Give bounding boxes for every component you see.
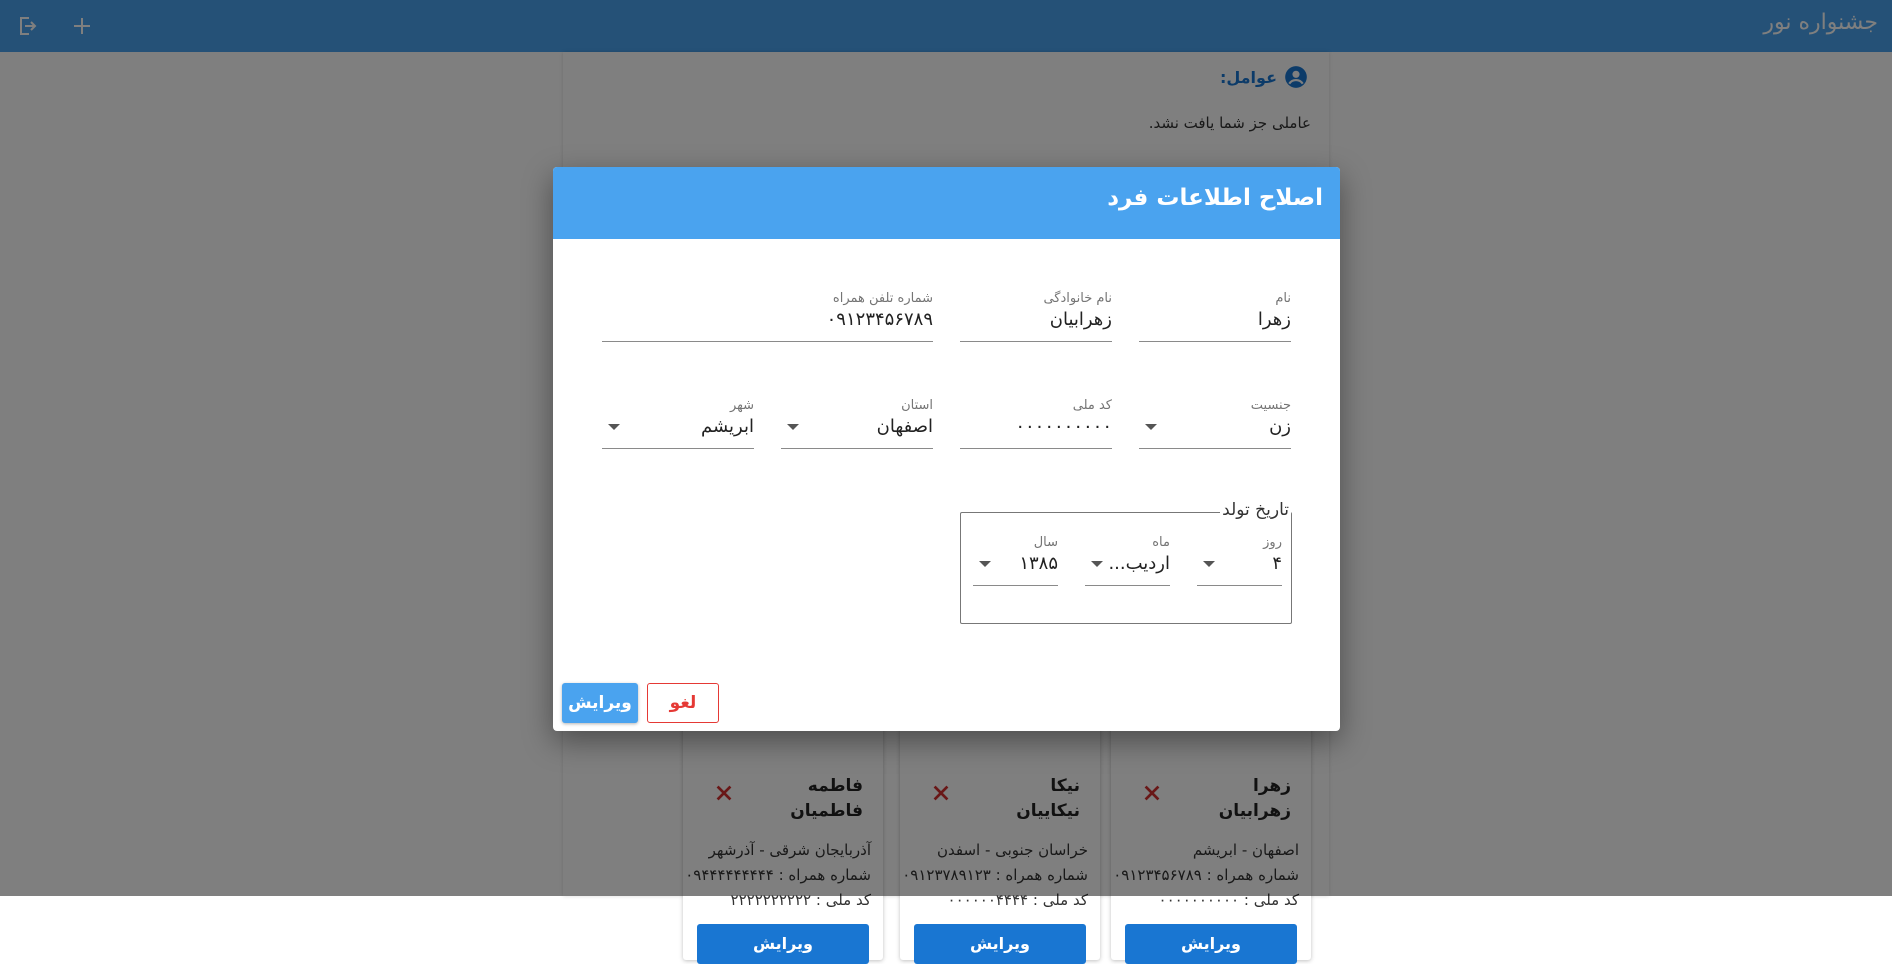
- day-label: روز: [1263, 535, 1282, 550]
- birth-day-select[interactable]: روز ۴: [1197, 535, 1282, 587]
- gender-label: جنسیت: [1250, 398, 1291, 413]
- mobile-value: ۰۹۱۲۳۴۵۶۷۸۹: [826, 309, 933, 330]
- chevron-down-icon: [787, 424, 799, 430]
- year-label: سال: [1033, 535, 1058, 550]
- card-edit-button[interactable]: ویرایش: [914, 924, 1086, 964]
- field-underline: [1085, 585, 1170, 586]
- first-name-field[interactable]: نام زهرا: [1139, 291, 1291, 343]
- mobile-label: شماره تلفن همراه: [832, 291, 933, 306]
- chevron-down-icon: [979, 561, 991, 567]
- national-code-value: ۰۰۰۰۰۰۰۰۰۰: [1015, 416, 1112, 437]
- card-edit-button[interactable]: ویرایش: [697, 924, 869, 964]
- dialog-header: اصلاح اطلاعات فرد: [553, 167, 1340, 239]
- birthdate-group: تاریخ تولد روز ۴ ماه اردیب... سال ۱۳۸۵: [960, 500, 1292, 624]
- province-select[interactable]: استان اصفهان: [781, 398, 933, 450]
- birthdate-legend: تاریخ تولد: [1220, 500, 1291, 520]
- month-label: ماه: [1152, 535, 1170, 550]
- national-code-label: کد ملی: [1072, 398, 1112, 413]
- gender-value: زن: [1269, 416, 1291, 437]
- last-name-label: نام خانوادگی: [1043, 291, 1112, 306]
- chevron-down-icon: [608, 424, 620, 430]
- submit-edit-button[interactable]: ویرایش: [562, 683, 638, 723]
- birth-month-select[interactable]: ماه اردیب...: [1085, 535, 1170, 587]
- day-value: ۴: [1272, 553, 1282, 574]
- field-underline: [960, 448, 1112, 449]
- year-value: ۱۳۸۵: [1019, 553, 1058, 574]
- field-underline: [960, 341, 1112, 342]
- dialog-title: اصلاح اطلاعات فرد: [1107, 185, 1323, 211]
- cancel-button[interactable]: لغو: [647, 683, 719, 723]
- chevron-down-icon: [1145, 424, 1157, 430]
- last-name-field[interactable]: نام خانوادگی زهرابیان: [960, 291, 1112, 343]
- first-name-label: نام: [1275, 291, 1291, 306]
- province-label: استان: [901, 398, 933, 413]
- birth-year-select[interactable]: سال ۱۳۸۵: [973, 535, 1058, 587]
- last-name-value: زهرابیان: [1049, 309, 1112, 330]
- first-name-value: زهرا: [1257, 309, 1291, 330]
- city-value: ابریشم: [701, 416, 754, 437]
- gender-select[interactable]: جنسیت زن: [1139, 398, 1291, 450]
- chevron-down-icon: [1203, 561, 1215, 567]
- card-edit-button[interactable]: ویرایش: [1125, 924, 1297, 964]
- month-value: اردیب...: [1108, 553, 1170, 574]
- field-underline: [602, 448, 754, 449]
- field-underline: [781, 448, 933, 449]
- field-underline: [973, 585, 1058, 586]
- field-underline: [1139, 341, 1291, 342]
- mobile-field[interactable]: شماره تلفن همراه ۰۹۱۲۳۴۵۶۷۸۹: [602, 291, 933, 343]
- province-value: اصفهان: [876, 416, 933, 437]
- national-code-field[interactable]: کد ملی ۰۰۰۰۰۰۰۰۰۰: [960, 398, 1112, 450]
- city-label: شهر: [729, 398, 754, 413]
- edit-person-dialog: اصلاح اطلاعات فرد نام زهرا نام خانوادگی …: [553, 167, 1340, 731]
- field-underline: [1139, 448, 1291, 449]
- chevron-down-icon: [1091, 561, 1103, 567]
- field-underline: [602, 341, 933, 342]
- field-underline: [1197, 585, 1282, 586]
- city-select[interactable]: شهر ابریشم: [602, 398, 754, 450]
